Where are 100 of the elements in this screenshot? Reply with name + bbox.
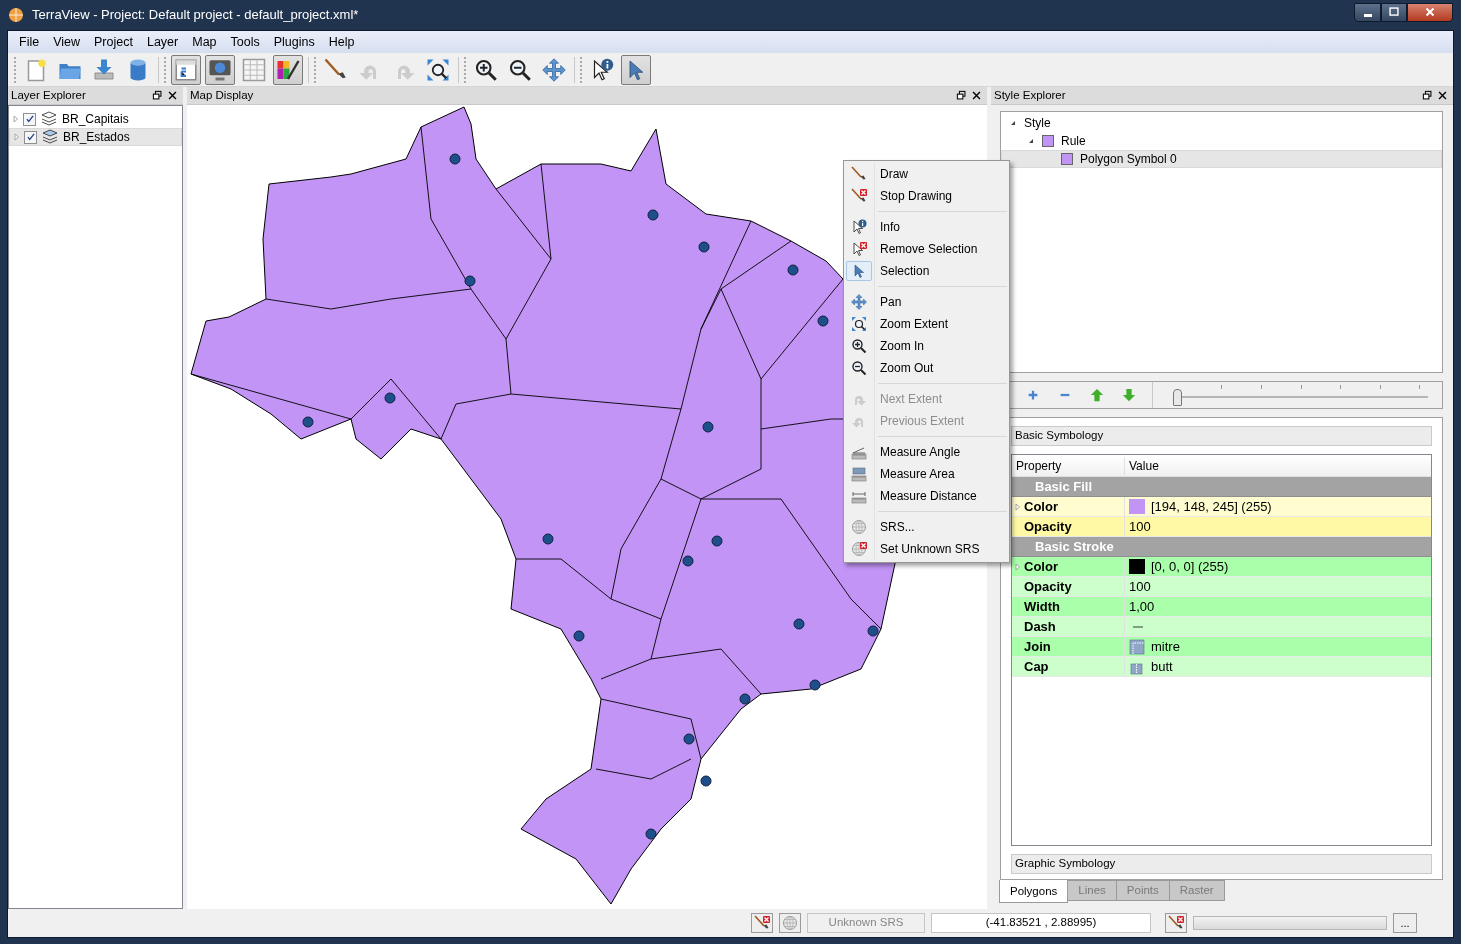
maximize-button[interactable] — [1381, 2, 1407, 22]
zoom-in-icon — [474, 57, 498, 82]
menu-item[interactable]: Stop Drawing — [846, 185, 1007, 207]
property-value: [0, 0, 0] (255) — [1151, 557, 1229, 576]
close-icon — [167, 90, 178, 101]
up-arrow-icon — [1090, 388, 1104, 402]
tree-item[interactable]: Polygon Symbol 0 — [1001, 150, 1442, 168]
column-header: Value — [1128, 457, 1159, 475]
close-icon — [1437, 90, 1448, 101]
tree-item[interactable]: Rule — [1001, 132, 1442, 150]
brush-cancel-icon — [754, 915, 770, 931]
monitor-icon — [208, 57, 232, 82]
section-title: Basic Fill — [1035, 477, 1093, 496]
menu-item[interactable]: Measure Area — [846, 463, 1007, 485]
slider-thumb[interactable] — [1173, 388, 1182, 406]
float-button[interactable] — [150, 90, 165, 101]
layers-icon — [40, 129, 60, 145]
toolbar-button[interactable] — [273, 54, 303, 85]
capital-marker — [683, 733, 695, 745]
checkbox[interactable] — [23, 112, 36, 126]
checkbox[interactable] — [24, 130, 37, 144]
tree-item[interactable]: Style — [1001, 114, 1442, 132]
tree-item[interactable]: BR_Estados — [9, 128, 182, 146]
close-button[interactable] — [1407, 2, 1453, 22]
property-name: Opacity — [1024, 517, 1072, 536]
tree-item[interactable]: BR_Capitais — [9, 110, 182, 128]
property-name: Width — [1024, 597, 1060, 616]
menu-item[interactable]: File — [12, 29, 47, 55]
layer-name: BR_Estados — [63, 129, 130, 146]
menu-item[interactable]: Info — [846, 216, 1007, 238]
pan-icon — [542, 57, 566, 82]
menu-item[interactable]: Set Unknown SRS — [846, 538, 1007, 560]
menu-item[interactable]: SRS... — [846, 516, 1007, 538]
coordinates-field[interactable]: (-41.83521 , 2.88995) — [931, 913, 1151, 933]
menu-item[interactable]: Help — [321, 29, 362, 55]
property-name: Color — [1024, 557, 1058, 576]
property-name: Dash — [1024, 617, 1056, 636]
capital-marker — [682, 555, 694, 567]
float-button[interactable] — [954, 90, 969, 101]
menu-item[interactable]: Zoom In — [846, 335, 1007, 357]
menu-item[interactable]: Pan — [846, 291, 1007, 313]
property-name: Color — [1024, 497, 1058, 516]
globe-cancel-icon — [851, 541, 867, 557]
menu-item[interactable]: Zoom Extent — [846, 313, 1007, 335]
info-icon — [851, 219, 867, 235]
property-name: Cap — [1024, 657, 1049, 676]
move-up-button[interactable] — [1088, 388, 1106, 402]
move-down-button[interactable] — [1120, 388, 1138, 402]
capital-marker — [739, 693, 751, 705]
float-icon — [956, 90, 967, 101]
minimize-button[interactable] — [1354, 2, 1381, 22]
capital-marker — [542, 533, 554, 545]
capital-marker — [809, 679, 821, 691]
check-icon — [24, 114, 35, 124]
property-value: 100 — [1129, 517, 1151, 536]
capital-marker — [647, 209, 659, 221]
close-icon — [1423, 5, 1437, 19]
menu-item[interactable]: Layer — [139, 29, 186, 55]
menu-item[interactable]: Project — [87, 29, 140, 55]
brush-icon — [851, 166, 867, 182]
stop-drawing-button[interactable] — [1165, 913, 1187, 933]
capital-marker — [711, 535, 723, 547]
globe-icon — [851, 519, 867, 535]
menu-item[interactable]: Selection — [846, 260, 1007, 282]
save-icon — [92, 57, 116, 82]
menu-item[interactable]: Zoom Out — [846, 357, 1007, 379]
capital-marker — [793, 618, 805, 630]
zoom-extent-icon — [426, 57, 450, 82]
globe-icon — [782, 915, 798, 931]
capital-marker — [700, 775, 712, 787]
menu-item[interactable]: Plugins — [266, 29, 322, 55]
property-value: butt — [1151, 657, 1173, 676]
progress-details-button[interactable]: ... — [1393, 913, 1417, 933]
stop-drawing-button[interactable] — [751, 913, 773, 933]
brush-cancel-icon — [851, 188, 867, 204]
capital-marker — [449, 153, 461, 165]
toolbar-button[interactable] — [205, 54, 235, 85]
close-icon — [971, 90, 982, 101]
line-join-icon — [1129, 638, 1145, 655]
float-icon — [1422, 90, 1433, 101]
menu-item[interactable]: Tools — [223, 29, 267, 55]
capital-marker — [698, 241, 710, 253]
menu-item[interactable]: Remove Selection — [846, 238, 1007, 260]
property-name: Opacity — [1024, 577, 1072, 596]
app-globe-icon — [8, 7, 24, 23]
property-name: Join — [1024, 637, 1051, 656]
pointer-icon — [851, 263, 867, 279]
menu-item[interactable]: Measure Angle — [846, 441, 1007, 463]
tab[interactable]: Polygons — [999, 879, 1069, 903]
expanded-arrow-icon[interactable] — [1027, 137, 1035, 145]
menu-item[interactable]: Measure Distance — [846, 485, 1007, 507]
capital-marker — [302, 416, 314, 428]
pan-icon — [851, 294, 867, 310]
capital-marker — [867, 625, 879, 637]
grid-icon — [242, 57, 266, 82]
float-button[interactable] — [1420, 90, 1435, 101]
menu-item[interactable]: Map — [185, 29, 224, 55]
expanded-arrow-icon[interactable] — [1009, 119, 1017, 127]
group-title: Basic Symbology — [1015, 428, 1104, 444]
menu-item[interactable]: View — [46, 29, 88, 55]
